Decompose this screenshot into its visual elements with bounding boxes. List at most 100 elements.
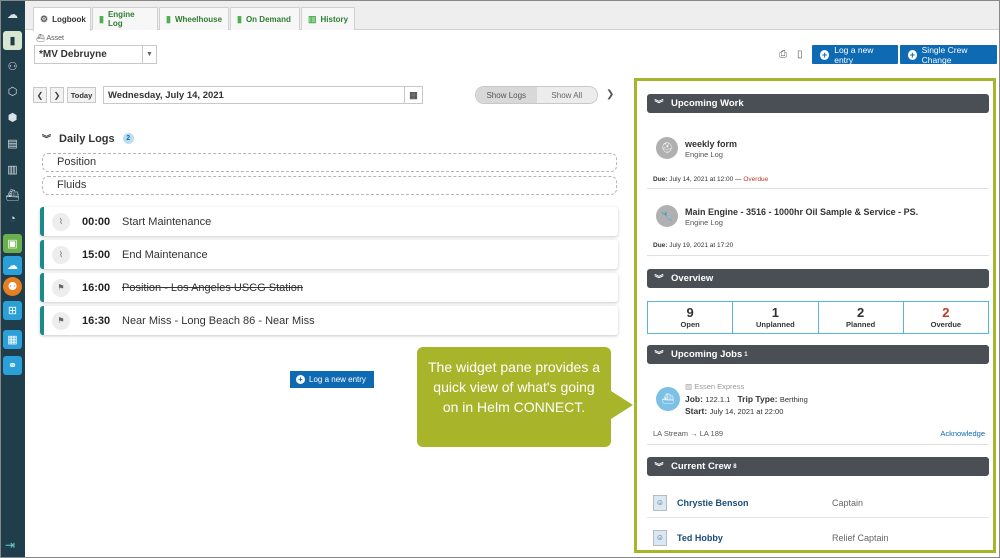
chevron-down-icon[interactable]: ▼ — [142, 46, 156, 63]
users-icon[interactable]: ⚇ — [3, 57, 22, 76]
crew-name[interactable]: Chrystie Benson — [677, 498, 832, 508]
current-crew-header[interactable]: ︾ Current Crew 8 — [647, 457, 989, 476]
entry-description: Position - Los Angeles USCG Station — [122, 281, 303, 294]
overview-planned[interactable]: 2 Planned — [819, 302, 904, 333]
book-open-icon[interactable]: ▥ — [3, 160, 22, 179]
stat-label: Unplanned — [756, 320, 795, 329]
log-group-position[interactable]: Position — [42, 153, 617, 172]
tab-label: On Demand — [245, 14, 291, 24]
plus-icon: + — [296, 375, 305, 384]
job-route: LA Stream → LA 189 — [653, 429, 723, 438]
upcoming-job-item[interactable]: ⛴ ▥ Essen Express Job: 122.1.1 Trip Type… — [647, 375, 989, 445]
single-crew-change-button[interactable]: + Single Crew Change — [900, 45, 997, 65]
stat-label: Planned — [846, 320, 876, 329]
trip-label: Trip Type: — [737, 394, 778, 404]
asset-select[interactable]: *MV Debruyne ▼ — [34, 45, 157, 64]
stat-number: 1 — [771, 305, 779, 320]
crew-row[interactable]: ☺ Ted Hobby Relief Captain — [647, 523, 989, 550]
entry-time: 00:00 — [82, 215, 111, 228]
log-new-entry-button[interactable]: + Log a new entry — [812, 45, 898, 65]
log-new-entry-button[interactable]: + Log a new entry — [290, 371, 374, 388]
show-logs-button[interactable]: Show Logs — [476, 87, 537, 103]
activity-icon: ⌇ — [52, 245, 70, 264]
upcoming-jobs-header[interactable]: ︾ Upcoming Jobs 1 — [647, 345, 989, 364]
log-entry[interactable]: ⚑ 16:00 Position - Los Angeles USCG Stat… — [40, 273, 618, 302]
widget-title: Upcoming Work — [671, 98, 744, 109]
collapse-sidebar-icon[interactable]: ⇥ — [5, 538, 15, 552]
log-entry[interactable]: ⌇ 00:00 Start Maintenance — [40, 207, 618, 236]
asset-label-text: Asset — [46, 35, 64, 42]
double-chevron-down-icon: ︾ — [42, 134, 52, 144]
daily-logs-header[interactable]: ︾ Daily Logs 2 — [42, 132, 134, 145]
tab-label: Logbook — [52, 15, 86, 24]
entry-time: 15:00 — [82, 248, 111, 261]
double-chevron-down-icon: ︾ — [654, 462, 664, 472]
group-label: Position — [57, 156, 97, 168]
book-icon[interactable]: ▮ — [3, 31, 22, 50]
cloud-icon[interactable]: ☁ — [3, 5, 22, 24]
crew-role: Captain — [832, 497, 864, 508]
overview-open[interactable]: 9 Open — [648, 302, 734, 333]
overview-overdue[interactable]: 2 Overdue — [904, 302, 988, 333]
archive-icon[interactable]: ▤ — [3, 134, 22, 153]
cloud-blue-icon[interactable]: ☁ — [3, 256, 22, 275]
crew-role: Relief Captain — [832, 532, 889, 543]
package-icon[interactable]: ⬢ — [3, 108, 22, 127]
document-icon[interactable]: ▯ — [797, 49, 803, 60]
chevron-right-icon[interactable]: ❯ — [606, 89, 614, 100]
people-icon[interactable]: ⚉ — [3, 277, 22, 296]
route-from: LA Stream — [653, 429, 689, 438]
route-to: LA 189 — [699, 429, 724, 438]
widget-title: Overview — [671, 273, 714, 284]
log-entry[interactable]: ⚑ 16:30 Near Miss - Long Beach 86 - Near… — [40, 306, 618, 335]
avatar: ☺ — [653, 494, 667, 511]
count-superscript: 8 — [733, 463, 737, 470]
gauge-icon[interactable]: ◔ — [3, 209, 22, 228]
work-subtitle: Engine Log — [685, 150, 723, 159]
print-icon[interactable]: ⎙ — [779, 49, 787, 60]
upcoming-work-item[interactable]: ⛑ weekly form Engine Log Due: July 14, 2… — [647, 126, 989, 189]
ship-icon[interactable]: ⛴ — [3, 186, 22, 205]
date-input[interactable]: Wednesday, July 14, 2021 ▦ — [103, 86, 423, 104]
tab-label: History — [320, 14, 349, 24]
link-icon[interactable]: ⚭ — [3, 356, 22, 375]
stat-label: Overdue — [930, 320, 962, 329]
job-label: Job: — [685, 394, 703, 404]
overview-unplanned[interactable]: 1 Unplanned — [733, 302, 819, 333]
history-icon: ▥ — [308, 13, 317, 24]
upcoming-work-item[interactable]: 🔧 Main Engine - 3516 - 1000hr Oil Sample… — [647, 194, 989, 256]
show-all-button[interactable]: Show All — [536, 87, 597, 103]
clipboard-icon[interactable]: ▣ — [3, 234, 22, 253]
overview-header[interactable]: ︾ Overview — [647, 269, 989, 288]
crew-row[interactable]: ☺ Chrystie Benson Captain — [647, 488, 989, 518]
work-title: Main Engine - 3516 - 1000hr Oil Sample &… — [685, 207, 919, 217]
box-icon[interactable]: ⬡ — [3, 82, 22, 101]
button-label: Log a new entry — [309, 375, 366, 384]
next-day-button[interactable]: ❯ — [50, 87, 64, 103]
log-group-fluids[interactable]: Fluids — [42, 176, 617, 195]
stat-number: 2 — [857, 305, 865, 320]
prev-day-button[interactable]: ❮ — [33, 87, 47, 103]
double-chevron-down-icon: ︾ — [654, 99, 664, 109]
tab-logbook[interactable]: ⚙ Logbook — [33, 7, 91, 31]
calendar-icon[interactable]: ▦ — [404, 87, 422, 103]
trip-type: Berthing — [779, 395, 808, 404]
count-superscript: 1 — [744, 351, 748, 358]
log-entry[interactable]: ⌇ 15:00 End Maintenance — [40, 240, 618, 269]
tab-on-demand[interactable]: ▮ On Demand — [230, 7, 300, 30]
today-button[interactable]: Today — [67, 87, 96, 103]
flag-icon: ⚑ — [52, 311, 70, 330]
tab-wheelhouse[interactable]: ▮ Wheelhouse — [159, 7, 229, 30]
document-icon[interactable]: ▦ — [3, 330, 22, 349]
entry-description: Start Maintenance — [122, 215, 212, 228]
tab-engine-log[interactable]: ▮ Engine Log — [92, 7, 158, 30]
tab-history[interactable]: ▥ History — [301, 7, 355, 30]
crew-name[interactable]: Ted Hobby — [677, 533, 832, 543]
entry-time: 16:30 — [82, 314, 111, 327]
upcoming-work-header[interactable]: ︾ Upcoming Work — [647, 94, 989, 113]
work-subtitle: Engine Log — [685, 218, 723, 227]
acknowledge-link[interactable]: Acknowledge — [940, 429, 985, 438]
book-icon: ▮ — [166, 13, 171, 24]
apps-icon[interactable]: ⊞ — [3, 301, 22, 320]
hardhat-icon: ⛑ — [656, 137, 678, 159]
